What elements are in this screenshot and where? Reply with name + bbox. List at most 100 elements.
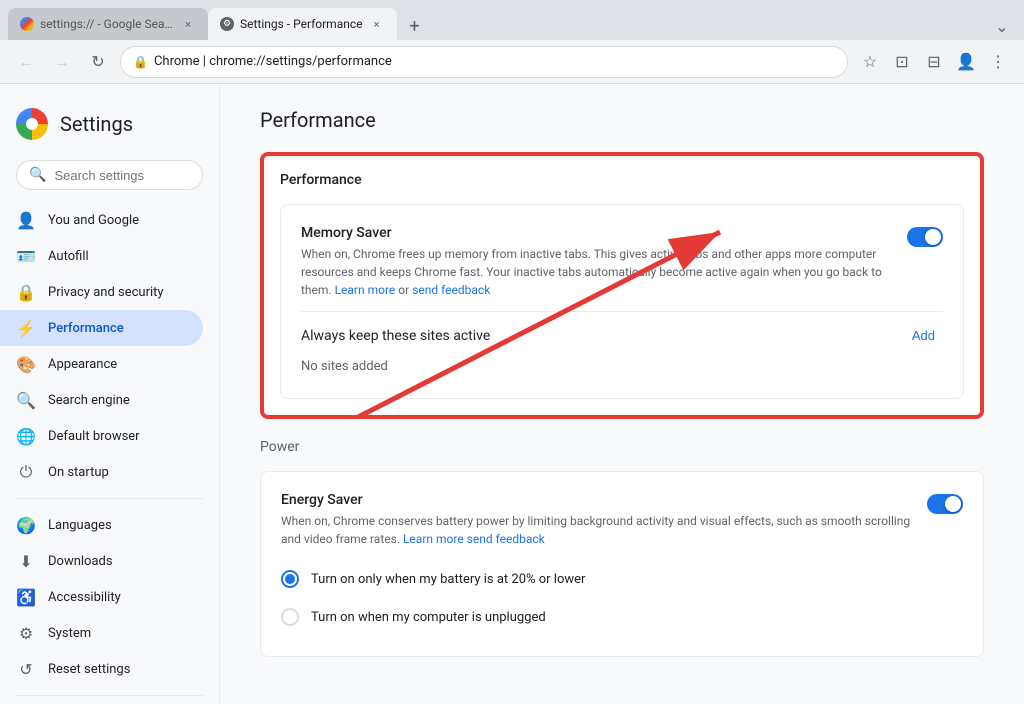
address-lock-icon: 🔒	[133, 55, 148, 69]
performance-section-title: Performance	[280, 172, 964, 188]
sidebar-title: Settings	[60, 112, 133, 136]
sidebar-reset-settings[interactable]: ↺ Reset settings	[0, 651, 203, 687]
tab-google-search-close[interactable]: ×	[180, 16, 196, 32]
new-tab-button[interactable]: +	[401, 12, 429, 40]
languages-icon: 🌍	[16, 515, 36, 535]
search-engine-icon: 🔍	[16, 390, 36, 410]
reset-settings-icon: ↺	[16, 659, 36, 679]
menu-button[interactable]: ⋮	[984, 48, 1012, 76]
system-icon: ⚙	[16, 623, 36, 643]
tab-google-search[interactable]: settings:// - Google Search ×	[8, 8, 208, 40]
main-content: Performance Performance Memory Saver Whe…	[220, 84, 1024, 704]
sidebar-languages-label: Languages	[48, 518, 112, 533]
memory-saver-desc: When on, Chrome frees up memory from ina…	[301, 245, 891, 299]
tab-search-button[interactable]: ⊡	[888, 48, 916, 76]
sidebar-search-engine-label: Search engine	[48, 393, 130, 408]
sidebar-accessibility[interactable]: ♿ Accessibility	[0, 579, 203, 615]
back-button[interactable]: ←	[12, 48, 40, 76]
add-site-button[interactable]: Add	[904, 324, 943, 347]
address-domain: Chrome	[154, 54, 200, 69]
sidebar-you-and-google[interactable]: 👤 You and Google	[0, 202, 203, 238]
privacy-icon: 🔒	[16, 282, 36, 302]
search-input[interactable]	[54, 168, 220, 183]
sidebar-privacy-and-security[interactable]: 🔒 Privacy and security	[0, 274, 203, 310]
split-button[interactable]: ⊟	[920, 48, 948, 76]
sidebar-default-browser[interactable]: 🌐 Default browser	[0, 418, 203, 454]
radio-unplugged[interactable]: Turn on when my computer is unplugged	[281, 598, 963, 636]
tab-google-search-title: settings:// - Google Search	[40, 17, 174, 31]
energy-saver-toggle[interactable]	[927, 494, 963, 514]
performance-section-red-box: Performance Memory Saver When on, Chrome…	[260, 152, 984, 419]
memory-saver-feedback[interactable]: send feedback	[412, 283, 490, 297]
sidebar-reset-settings-label: Reset settings	[48, 662, 130, 677]
memory-saver-card: Memory Saver When on, Chrome frees up me…	[280, 204, 964, 399]
downloads-icon: ⬇	[16, 551, 36, 571]
profile-button[interactable]: 👤	[952, 48, 980, 76]
energy-saver-name: Energy Saver	[281, 492, 911, 508]
power-section: Power Energy Saver When on, Chrome conse…	[260, 439, 984, 657]
memory-saver-learn-more[interactable]: Learn more	[335, 283, 396, 297]
sidebar-appearance-label: Appearance	[48, 357, 117, 372]
energy-saver-learn-more[interactable]: Learn more	[403, 532, 464, 546]
sidebar-search-engine[interactable]: 🔍 Search engine	[0, 382, 203, 418]
sidebar-privacy-label: Privacy and security	[48, 285, 164, 300]
memory-saver-toggle[interactable]	[907, 227, 943, 247]
search-icon: 🔍	[29, 167, 46, 183]
reload-button[interactable]: ↻	[84, 48, 112, 76]
radio-unplugged-label: Turn on when my computer is unplugged	[311, 610, 546, 625]
page-title: Performance	[260, 108, 984, 132]
power-section-title: Power	[260, 439, 984, 455]
energy-saver-row: Energy Saver When on, Chrome conserves b…	[281, 492, 963, 560]
bookmark-button[interactable]: ☆	[856, 48, 884, 76]
google-favicon	[20, 17, 34, 31]
energy-saver-card: Energy Saver When on, Chrome conserves b…	[260, 471, 984, 657]
always-active-sites-row: Always keep these sites active Add	[301, 311, 943, 351]
tab-settings-performance-title: Settings - Performance	[240, 17, 363, 31]
energy-saver-info: Energy Saver When on, Chrome conserves b…	[281, 492, 911, 548]
sidebar-downloads-label: Downloads	[48, 554, 113, 569]
sidebar: Settings 🔍 👤 You and Google 🪪 Autofill 🔒…	[0, 84, 220, 704]
address-bar[interactable]: 🔒 Chrome | chrome://settings/performance	[120, 46, 848, 78]
sidebar-languages[interactable]: 🌍 Languages	[0, 507, 203, 543]
on-startup-icon: ⏻	[16, 462, 36, 482]
appearance-icon: 🎨	[16, 354, 36, 374]
memory-saver-name: Memory Saver	[301, 225, 891, 241]
chrome-logo	[16, 108, 48, 140]
more-tabs-button[interactable]: ⌄	[988, 12, 1016, 40]
radio-battery-20-label: Turn on only when my battery is at 20% o…	[311, 572, 585, 587]
accessibility-icon: ♿	[16, 587, 36, 607]
memory-saver-row: Memory Saver When on, Chrome frees up me…	[301, 225, 943, 311]
settings-favicon: ⚙	[220, 17, 234, 31]
sidebar-downloads[interactable]: ⬇ Downloads	[0, 543, 203, 579]
sidebar-search-container: 🔍	[0, 160, 219, 202]
sidebar-system-label: System	[48, 626, 91, 641]
radio-battery-20-circle	[281, 570, 299, 588]
sidebar-divider-2	[16, 695, 203, 696]
sidebar-appearance[interactable]: 🎨 Appearance	[0, 346, 203, 382]
sidebar-system[interactable]: ⚙ System	[0, 615, 203, 651]
no-sites-label: No sites added	[301, 351, 943, 378]
sidebar-autofill[interactable]: 🪪 Autofill	[0, 238, 203, 274]
browser-window: settings:// - Google Search × ⚙ Settings…	[0, 0, 1024, 84]
tab-settings-performance[interactable]: ⚙ Settings - Performance ×	[208, 8, 397, 40]
energy-saver-desc: When on, Chrome conserves battery power …	[281, 512, 911, 548]
sidebar-performance[interactable]: ⚡ Performance	[0, 310, 203, 346]
forward-button[interactable]: →	[48, 48, 76, 76]
app: Settings 🔍 👤 You and Google 🪪 Autofill 🔒…	[0, 84, 1024, 704]
sidebar-autofill-label: Autofill	[48, 249, 89, 264]
memory-saver-or: or	[398, 283, 409, 297]
sidebar-search-bar[interactable]: 🔍	[16, 160, 203, 190]
sidebar-performance-label: Performance	[48, 321, 124, 336]
tab-settings-performance-close[interactable]: ×	[369, 16, 385, 32]
always-active-sites-label: Always keep these sites active	[301, 328, 490, 344]
you-and-google-icon: 👤	[16, 210, 36, 230]
default-browser-icon: 🌐	[16, 426, 36, 446]
radio-battery-20[interactable]: Turn on only when my battery is at 20% o…	[281, 560, 963, 598]
sidebar-on-startup-label: On startup	[48, 465, 109, 480]
sidebar-you-and-google-label: You and Google	[48, 213, 139, 228]
autofill-icon: 🪪	[16, 246, 36, 266]
sidebar-on-startup[interactable]: ⏻ On startup	[0, 454, 203, 490]
energy-saver-feedback[interactable]: send feedback	[467, 532, 545, 546]
performance-section-wrapper: Performance Memory Saver When on, Chrome…	[260, 152, 984, 419]
nav-bar: ← → ↻ 🔒 Chrome | chrome://settings/perfo…	[0, 40, 1024, 84]
